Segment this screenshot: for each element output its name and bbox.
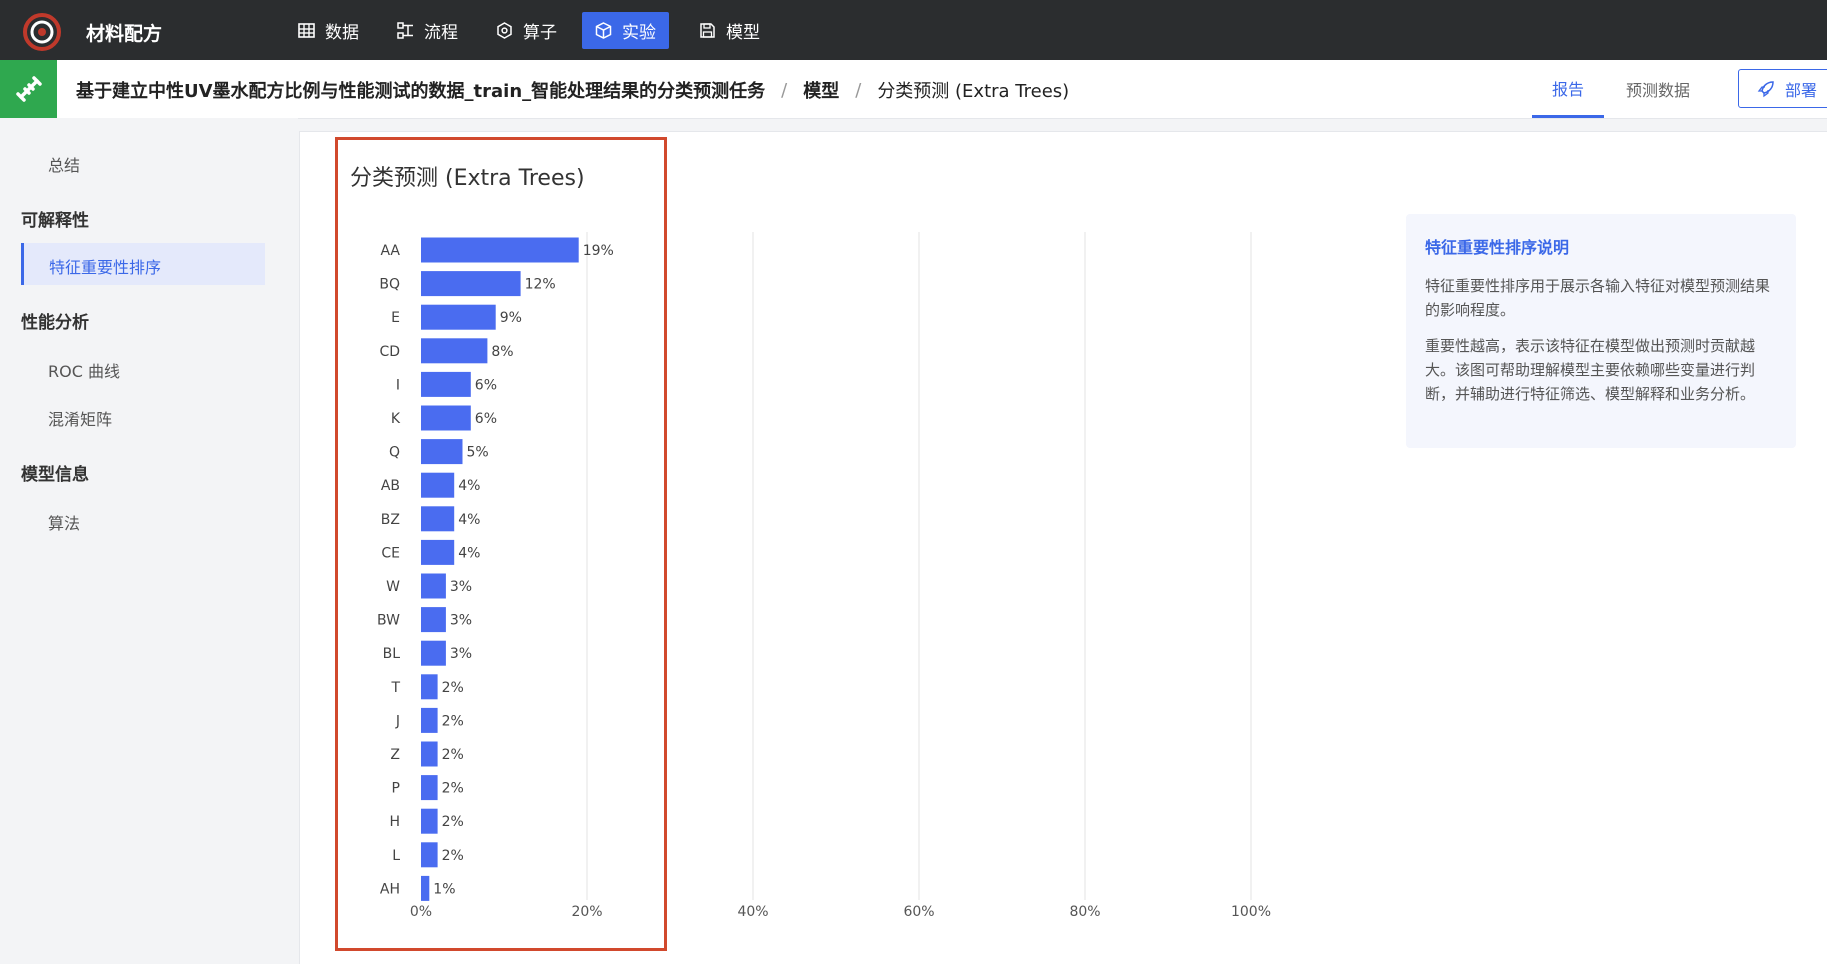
- x-tick-label: 80%: [1069, 904, 1100, 920]
- bar-AH[interactable]: [421, 875, 430, 901]
- bar-BQ[interactable]: [421, 271, 521, 297]
- bar-value-label: 2%: [442, 814, 464, 830]
- x-tick-label: 60%: [903, 904, 934, 920]
- info-card: 特征重要性排序说明 特征重要性排序用于展示各输入特征对模型预测结果的影响程度。 …: [1406, 214, 1796, 448]
- bar-E[interactable]: [421, 304, 496, 330]
- y-category-label: AH: [380, 881, 400, 897]
- feature-importance-chart: 0% 20% 40% 60% 80% 100% AA 19% BQ 12% E 9% CD 8% I 6% K 6…: [377, 232, 1271, 920]
- bar-H[interactable]: [421, 808, 438, 834]
- y-category-label: Q: [389, 445, 400, 461]
- y-category-label: P: [392, 781, 400, 797]
- bar-AA[interactable]: [421, 237, 579, 263]
- bar-W[interactable]: [421, 573, 446, 599]
- x-tick-label: 0%: [410, 904, 432, 920]
- bar-K[interactable]: [421, 405, 471, 431]
- x-tick-label: 40%: [737, 904, 768, 920]
- info-paragraph-2: 重要性越高，表示该特征在模型做出预测时贡献越大。该图可帮助理解模型主要依赖哪些变…: [1425, 337, 1756, 403]
- x-tick-label: 20%: [571, 904, 602, 920]
- bar-value-label: 4%: [458, 545, 480, 561]
- bar-value-label: 4%: [458, 512, 480, 528]
- bar-value-label: 2%: [442, 781, 464, 797]
- bar-value-label: 2%: [442, 713, 464, 729]
- y-category-label: T: [390, 680, 400, 696]
- bar-J[interactable]: [421, 707, 438, 733]
- y-category-label: H: [389, 814, 400, 830]
- bar-value-label: 2%: [442, 680, 464, 696]
- bar-CD[interactable]: [421, 338, 488, 364]
- bar-CE[interactable]: [421, 539, 455, 565]
- bar-value-label: 19%: [583, 243, 614, 259]
- bar-value-label: 2%: [442, 747, 464, 763]
- bar-AB[interactable]: [421, 472, 455, 498]
- bar-value-label: 3%: [450, 613, 472, 629]
- y-category-label: I: [396, 377, 400, 393]
- bar-P[interactable]: [421, 775, 438, 801]
- y-category-label: BW: [377, 613, 400, 629]
- y-category-label: AA: [380, 243, 400, 259]
- y-category-label: E: [391, 310, 400, 326]
- bar-Z[interactable]: [421, 741, 438, 767]
- y-category-label: K: [391, 411, 401, 427]
- bar-value-label: 6%: [475, 411, 497, 427]
- bar-value-label: 3%: [450, 646, 472, 662]
- y-category-label: CD: [379, 344, 400, 360]
- y-category-label: J: [395, 713, 400, 729]
- y-category-label: BQ: [379, 277, 400, 293]
- bar-value-label: 12%: [525, 277, 556, 293]
- bar-value-label: 2%: [442, 848, 464, 864]
- bar-BZ[interactable]: [421, 506, 455, 532]
- bar-value-label: 8%: [491, 344, 513, 360]
- bar-value-label: 4%: [458, 478, 480, 494]
- x-tick-label: 100%: [1231, 904, 1271, 920]
- bar-value-label: 3%: [450, 579, 472, 595]
- bar-value-label: 9%: [500, 310, 522, 326]
- bar-value-label: 6%: [475, 377, 497, 393]
- bar-value-label: 5%: [467, 445, 489, 461]
- info-paragraph-1: 特征重要性排序用于展示各输入特征对模型预测结果的影响程度。: [1425, 277, 1771, 319]
- y-category-label: AB: [381, 478, 400, 494]
- y-category-label: BZ: [381, 512, 400, 528]
- bar-T[interactable]: [421, 674, 438, 700]
- y-category-label: BL: [383, 646, 401, 662]
- bar-I[interactable]: [421, 371, 471, 397]
- bar-value-label: 1%: [433, 881, 455, 897]
- y-category-label: Z: [390, 747, 400, 763]
- bar-L[interactable]: [421, 842, 438, 868]
- bar-Q[interactable]: [421, 439, 463, 465]
- info-title: 特征重要性排序说明: [1425, 238, 1570, 257]
- y-category-label: W: [386, 579, 400, 595]
- bar-BW[interactable]: [421, 607, 446, 633]
- y-category-label: CE: [381, 545, 400, 561]
- bar-BL[interactable]: [421, 640, 446, 666]
- y-category-label: L: [392, 848, 400, 864]
